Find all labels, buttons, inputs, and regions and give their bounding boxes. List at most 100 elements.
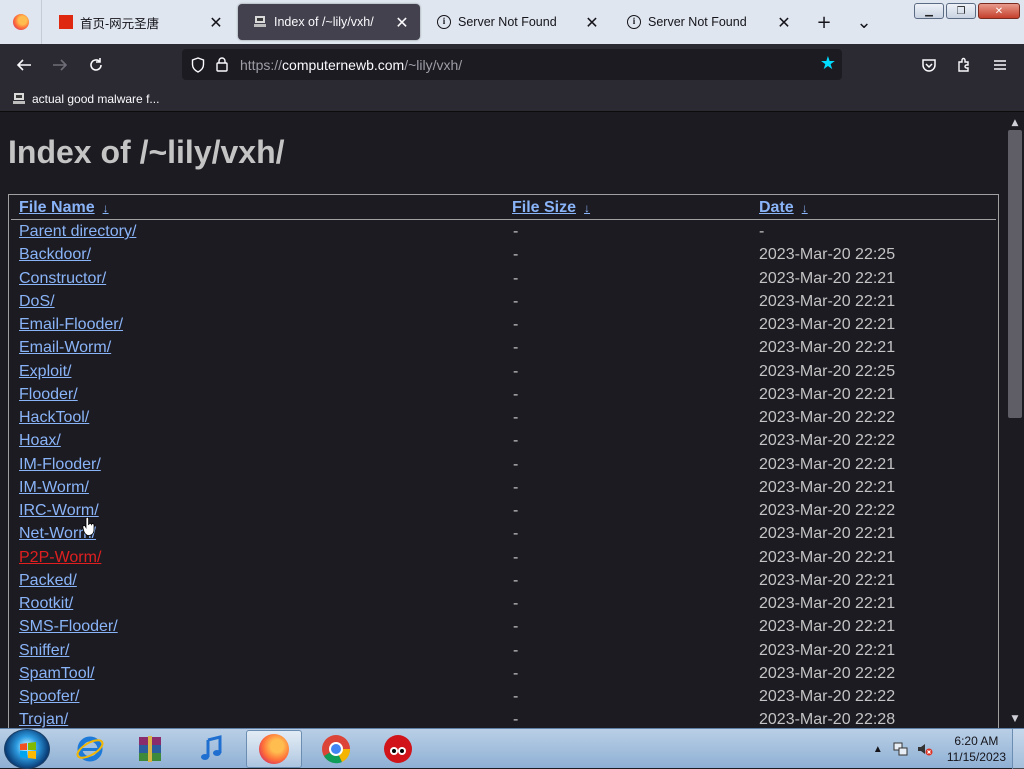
directory-link[interactable]: Hoax/ (19, 432, 61, 450)
close-window-button[interactable]: ✕ (978, 3, 1020, 19)
table-row: Packed/ - 2023-Mar-20 22:21 (9, 572, 998, 595)
directory-listing-table: File Name ↓ File Size ↓ Date ↓ Parent direc… (8, 194, 999, 728)
close-tab-icon[interactable]: ✕ (774, 12, 794, 32)
taskbar-firefox[interactable] (246, 730, 302, 768)
firefox-view-button[interactable] (0, 0, 42, 44)
date-cell: 2023-Mar-20 22:25 (759, 362, 896, 380)
bookmark-item[interactable]: actual good malware f... (12, 92, 159, 106)
file-size-cell: - (513, 618, 519, 636)
table-row: SpamTool/ - 2023-Mar-20 22:22 (9, 665, 998, 688)
tab-2-active[interactable]: Index of /~lily/vxh/ ✕ (238, 4, 420, 40)
file-size-cell: - (513, 595, 519, 612)
close-tab-icon[interactable]: ✕ (582, 12, 602, 32)
reload-button[interactable] (83, 52, 109, 78)
table-row: Constructor/ - 2023-Mar-20 22:21 (9, 270, 998, 293)
column-header-file-size[interactable]: File Size ↓ (512, 199, 590, 217)
directory-link[interactable]: Sniffer/ (19, 642, 69, 660)
directory-link[interactable]: Backdoor/ (19, 246, 91, 264)
directory-link[interactable]: SMS-Flooder/ (19, 618, 118, 636)
file-size-cell: - (513, 316, 519, 333)
vertical-scrollbar[interactable]: ▲ ▼ (1006, 112, 1024, 728)
scroll-up-arrow-icon[interactable]: ▲ (1010, 118, 1020, 128)
table-row: P2P-Worm/ - 2023-Mar-20 22:21 (9, 549, 998, 572)
back-button[interactable] (11, 52, 37, 78)
directory-link[interactable]: IM-Flooder/ (19, 456, 101, 474)
taskbar-chrome[interactable] (308, 730, 364, 768)
directory-link[interactable]: Rootkit/ (19, 595, 73, 613)
directory-link[interactable]: P2P-Worm/ (19, 549, 101, 567)
date-cell: 2023-Mar-20 22:21 (759, 269, 896, 287)
file-size-cell: - (513, 246, 519, 264)
volume-muted-icon[interactable] (917, 741, 933, 757)
close-tab-icon[interactable]: ✕ (206, 12, 226, 32)
date-cell: 2023-Mar-20 22:28 (759, 711, 896, 728)
network-icon[interactable] (893, 741, 909, 757)
minimize-button[interactable]: ▁ (914, 3, 944, 19)
start-button[interactable] (4, 729, 50, 769)
close-tab-icon[interactable]: ✕ (392, 12, 412, 32)
date-cell: 2023-Mar-20 22:25 (759, 246, 896, 264)
directory-link[interactable]: Trojan/ (19, 711, 68, 728)
pocket-button[interactable] (916, 52, 942, 78)
taskbar-internet-explorer[interactable] (62, 730, 118, 768)
extensions-button[interactable] (951, 52, 977, 78)
directory-link[interactable]: Flooder/ (19, 386, 78, 404)
tab-title: Server Not Found (458, 15, 557, 29)
tab-3[interactable]: i Server Not Found ✕ (422, 4, 610, 40)
file-size-cell: - (513, 455, 519, 473)
firefox-logo-icon (12, 14, 29, 30)
table-row: Email-Worm/ - 2023-Mar-20 22:21 (9, 339, 998, 362)
window-controls: ▁ ❐ ✕ (914, 3, 1020, 19)
date-cell: 2023-Mar-20 22:21 (759, 595, 896, 612)
show-desktop-button[interactable] (1012, 729, 1024, 769)
directory-link[interactable]: Exploit/ (19, 363, 71, 381)
directory-link[interactable]: SpamTool/ (19, 665, 95, 683)
back-arrow-icon (16, 59, 31, 71)
scroll-down-arrow-icon[interactable]: ▼ (1010, 714, 1020, 724)
table-row: DoS/ - 2023-Mar-20 22:21 (9, 293, 998, 316)
date-cell: 2023-Mar-20 22:21 (759, 478, 896, 496)
lock-icon[interactable] (214, 57, 230, 73)
forward-button[interactable] (47, 52, 73, 78)
file-size-cell: - (513, 525, 519, 543)
show-hidden-icons-icon[interactable]: ▲ (873, 744, 883, 755)
restore-button[interactable]: ❐ (946, 3, 976, 19)
directory-link[interactable]: Spoofer/ (19, 688, 79, 706)
directory-link[interactable]: Constructor/ (19, 270, 106, 288)
url-text[interactable]: https://computernewb.com/~lily/vxh/ (240, 57, 462, 73)
new-tab-button[interactable]: + (812, 10, 836, 34)
directory-link[interactable]: HackTool/ (19, 409, 89, 427)
scrollbar-thumb[interactable] (1008, 130, 1022, 418)
header-divider (11, 219, 996, 220)
directory-link[interactable]: IM-Worm/ (19, 479, 89, 497)
sort-arrow-icon: ↓ (801, 201, 808, 215)
directory-link[interactable]: DoS/ (19, 293, 55, 311)
directory-link[interactable]: Packed/ (19, 572, 77, 590)
table-row: Rootkit/ - 2023-Mar-20 22:21 (9, 595, 998, 618)
info-icon: i (626, 14, 642, 30)
taskbar-itunes[interactable] (184, 730, 240, 768)
tab-1[interactable]: 首页-网元圣唐 ✕ (44, 4, 234, 40)
app-menu-button[interactable] (987, 52, 1013, 78)
bookmark-star-icon[interactable]: ★ (820, 55, 836, 73)
taskbar-winrar[interactable] (122, 730, 178, 768)
red-character-icon (384, 735, 412, 763)
directory-link[interactable]: Email-Worm/ (19, 339, 111, 357)
directory-link[interactable]: Parent directory/ (19, 223, 136, 241)
date-cell: 2023-Mar-20 22:21 (759, 339, 896, 357)
directory-link[interactable]: Email-Flooder/ (19, 316, 123, 334)
list-all-tabs-button[interactable]: ⌄ (852, 10, 876, 34)
table-row: Backdoor/ - 2023-Mar-20 22:25 (9, 246, 998, 269)
url-bar[interactable]: https://computernewb.com/~lily/vxh/ ★ (182, 49, 842, 80)
column-header-date[interactable]: Date ↓ (759, 199, 808, 217)
file-size-cell: - (513, 339, 519, 357)
system-clock[interactable]: 6:20 AM 11/15/2023 (947, 733, 1006, 765)
taskbar-red-app[interactable] (370, 730, 426, 768)
file-size-cell: - (513, 571, 519, 589)
tab-4[interactable]: i Server Not Found ✕ (612, 4, 802, 40)
column-header-file-name[interactable]: File Name ↓ (19, 199, 109, 217)
tracking-protection-shield-icon[interactable] (190, 56, 206, 73)
clock-time: 6:20 AM (954, 734, 999, 748)
table-row: Spoofer/ - 2023-Mar-20 22:22 (9, 688, 998, 711)
sort-arrow-icon: ↓ (102, 201, 109, 215)
